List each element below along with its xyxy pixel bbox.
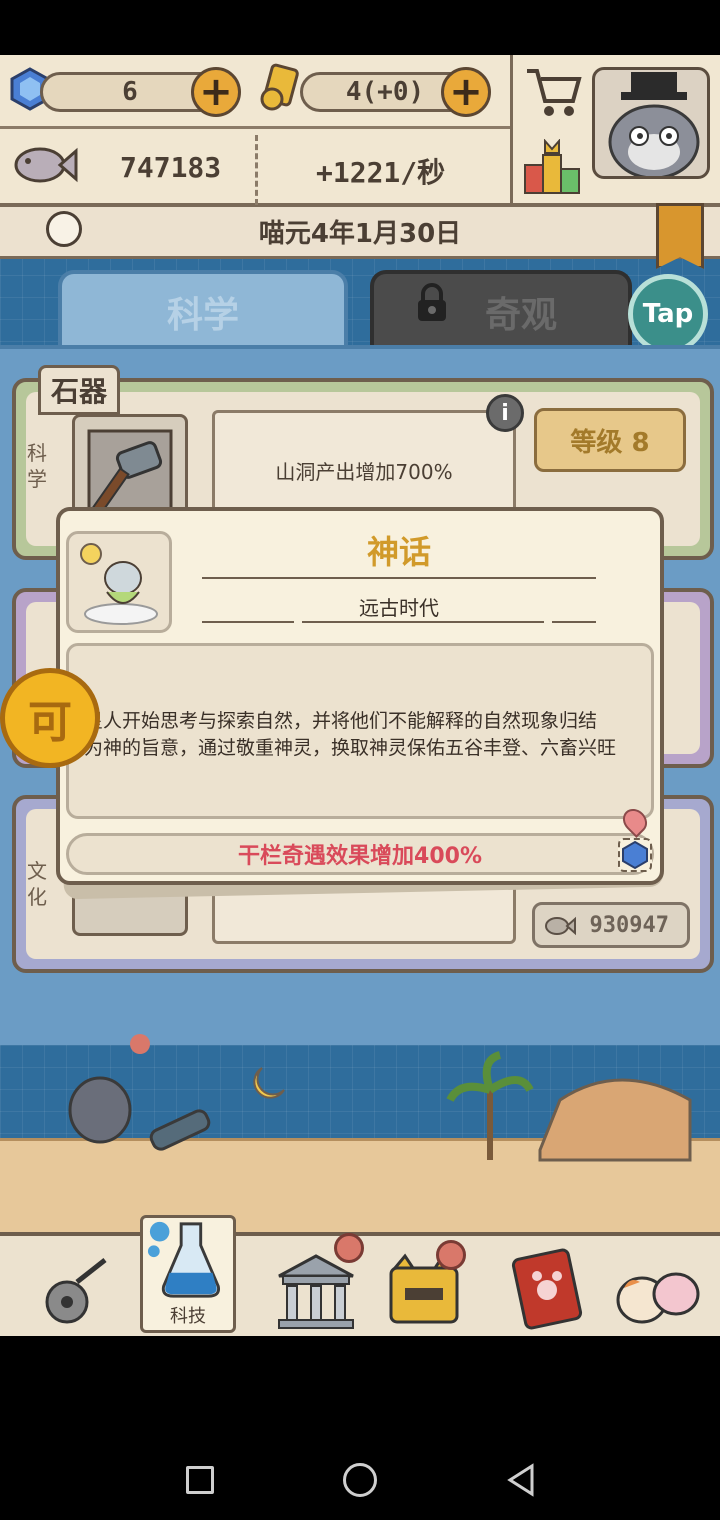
museum-icon	[278, 1254, 354, 1329]
popup-description-line1: 星人开始思考与探索自然，并将他们不能解释的自然现象归结	[84, 710, 598, 732]
category-label-science: 科学	[27, 441, 47, 491]
scene-decoration	[68, 1034, 692, 1162]
gem-icon	[622, 840, 648, 870]
fish-total: 747183	[120, 151, 222, 184]
cat-family-icon	[616, 1272, 700, 1324]
nav-cart[interactable]	[22, 1240, 118, 1332]
clock-icon	[46, 211, 82, 247]
nav-tech-label: 科技	[170, 1306, 206, 1327]
fish-per-second: +1221/秒	[316, 156, 446, 189]
player-avatar[interactable]	[592, 67, 710, 179]
tap-button[interactable]: Tap	[628, 274, 708, 354]
title-divider	[202, 577, 596, 579]
level-button[interactable]: 等级 8	[534, 408, 686, 472]
add-scrolls-button[interactable]: +	[441, 67, 491, 117]
nav-tech[interactable]: 科技	[140, 1215, 236, 1333]
era-label-stone: 石器	[38, 365, 121, 415]
back-button[interactable]	[506, 1463, 536, 1497]
popup-effect-text: 干栏奇遇效果增加400%	[238, 844, 482, 869]
popup-title: 神话	[366, 533, 431, 571]
tab-wonder-label: 奇观	[484, 295, 557, 336]
popup-effect-bar: 干栏奇遇效果增加400%	[66, 833, 654, 875]
game-date-bar: 喵元4年1月30日	[0, 207, 720, 259]
resource-row-currency: 6 + 4(+0) +	[0, 55, 510, 129]
shopping-cart-icon[interactable]	[523, 65, 583, 119]
notification-dot	[334, 1233, 364, 1263]
popup-description: 星人开始思考与探索自然，并将他们不能解释的自然现象归结 为神的旨意，通过敬重神灵…	[84, 708, 650, 762]
home-button[interactable]	[343, 1463, 377, 1497]
notification-dot	[436, 1240, 466, 1270]
myth-cat-icon	[80, 543, 158, 625]
tap-label: Tap	[642, 299, 694, 329]
popup-description-line2: 为神的旨意，通过敬重神灵，换取神灵保佑五谷丰登、六畜兴旺	[84, 737, 617, 759]
fish-icon	[14, 147, 78, 183]
recent-apps-button[interactable]	[186, 1466, 214, 1494]
era-divider-right	[552, 621, 596, 623]
tab-science[interactable]: 科学	[58, 270, 348, 350]
popup-era: 远古时代	[359, 596, 439, 620]
nav-book[interactable]	[500, 1240, 596, 1332]
fish-icon	[545, 916, 576, 936]
add-gems-button[interactable]: +	[191, 67, 241, 117]
cart-wheel-icon	[45, 1258, 107, 1324]
game-date: 喵元4年1月30日	[258, 219, 462, 249]
category-label-culture: 文化	[27, 859, 47, 909]
upgrade-cost: 930947	[589, 912, 669, 938]
tech-effect-text: 山洞产出增加700%	[275, 459, 453, 484]
lock-icon	[418, 283, 446, 321]
resource-panel: 6 + 4(+0) + 747183 +1221/秒	[0, 55, 510, 207]
tab-science-label: 科学	[166, 295, 239, 336]
info-icon[interactable]: i	[486, 394, 524, 432]
flask-icon	[147, 1221, 221, 1298]
gem-icon[interactable]	[618, 838, 652, 872]
era-divider-left	[202, 621, 294, 623]
popup-tech-icon	[66, 531, 172, 633]
nav-cats[interactable]	[610, 1240, 706, 1332]
level-label: 等级 8	[570, 427, 650, 458]
upgrade-cost-button[interactable]: 930947	[532, 902, 690, 948]
paw-book-icon	[511, 1248, 583, 1330]
leaderboard-icon[interactable]	[523, 139, 583, 195]
cat-avatar-icon	[608, 72, 700, 176]
scroll-ticket-icon	[260, 63, 299, 111]
gold-coin-icon[interactable]: 可	[0, 668, 100, 768]
status-bar	[0, 0, 720, 55]
tab-wonder[interactable]: 奇观	[370, 270, 632, 350]
resource-divider	[255, 135, 258, 205]
era-divider-mid	[302, 621, 544, 623]
